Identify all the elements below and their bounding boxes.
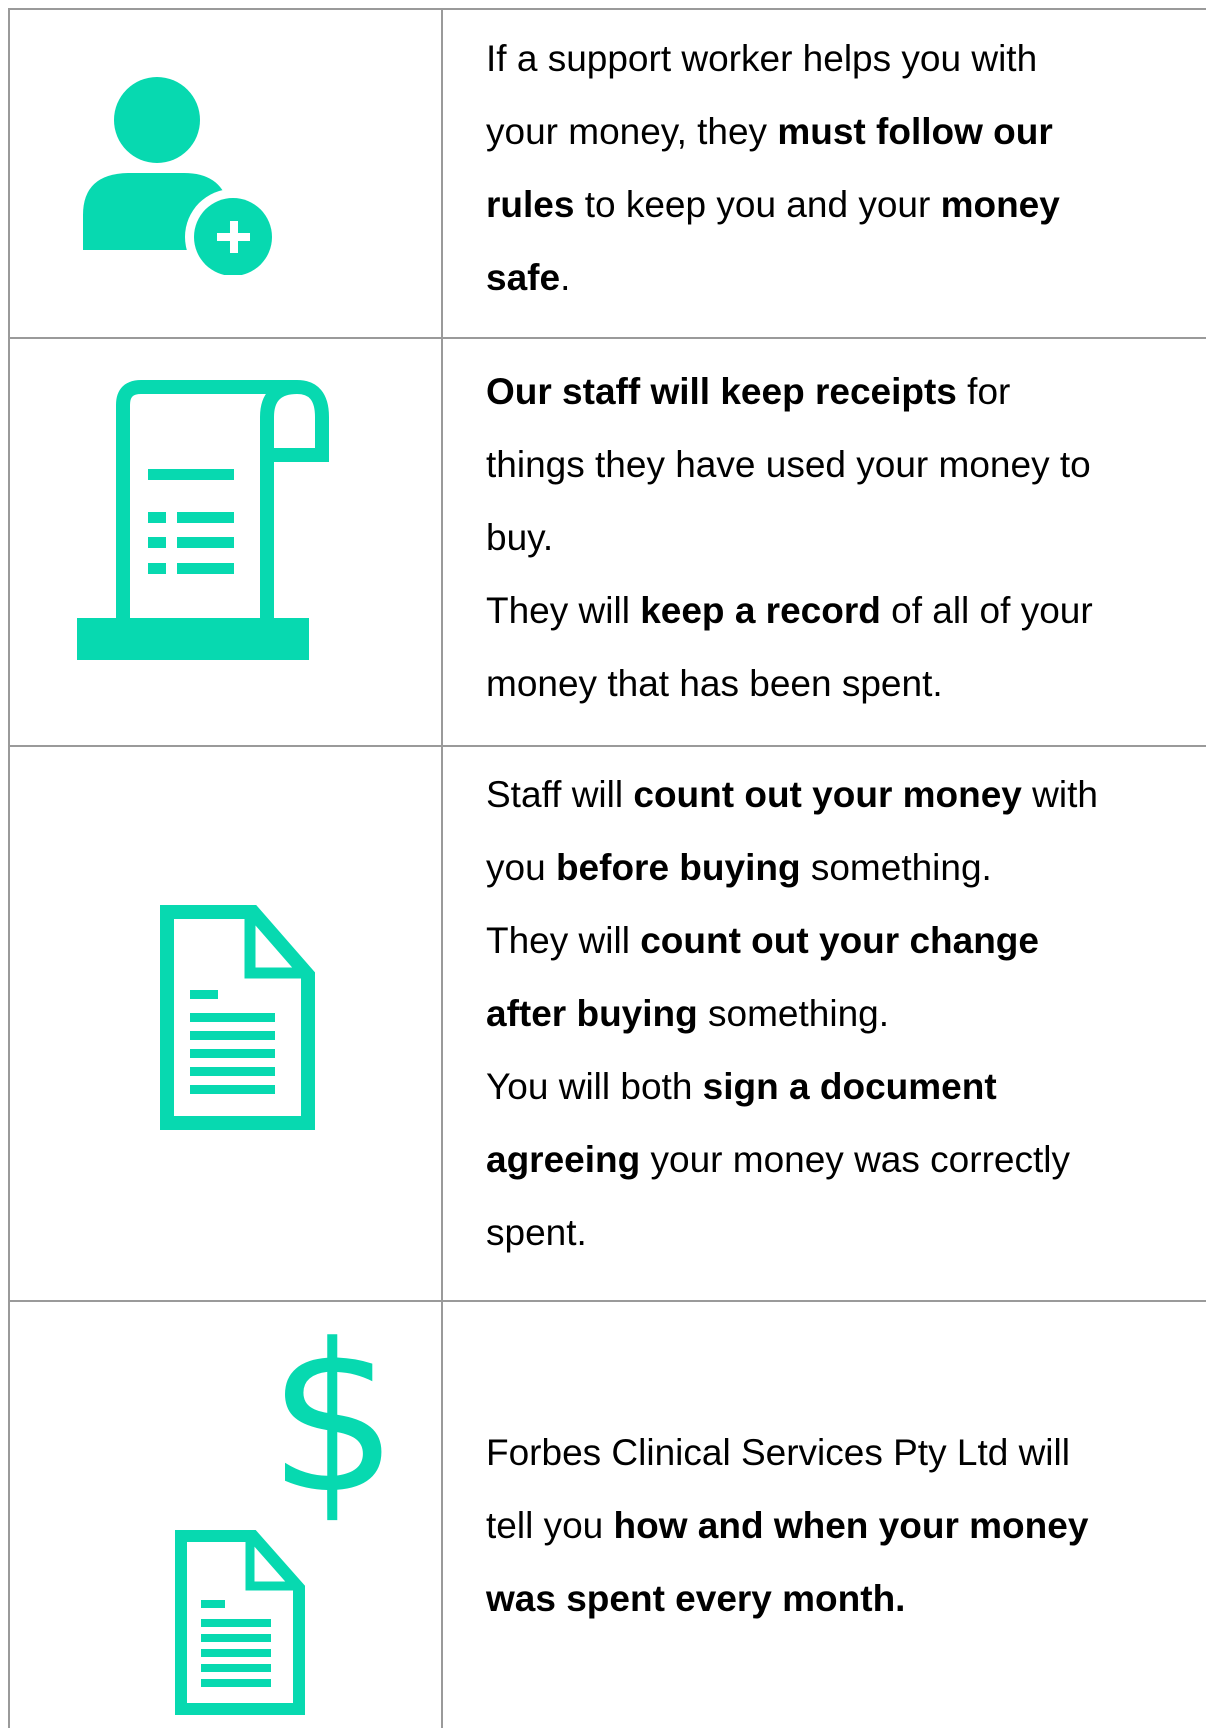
text: something. (697, 993, 890, 1034)
text-line: buy. (486, 501, 1198, 574)
table-border-top (8, 8, 1206, 10)
text-line: agreeing your money was correctly (486, 1123, 1198, 1196)
text-line: Forbes Clinical Services Pty Ltd will (486, 1416, 1198, 1489)
row-divider-3 (8, 1300, 1206, 1302)
text: tell you (486, 1505, 614, 1546)
text: They will (486, 590, 641, 631)
text-line: tell you how and when your money (486, 1489, 1198, 1562)
bold-text: money (940, 184, 1060, 225)
row-4-text: Forbes Clinical Services Pty Ltd will tel… (486, 1416, 1198, 1635)
dollar-document-icon (175, 1530, 305, 1715)
text: money that has been spent. (486, 663, 943, 704)
row-3-text: Staff will count out your money with you … (486, 758, 1198, 1269)
receipt-icon (77, 380, 329, 660)
text: your money was correctly (640, 1139, 1070, 1180)
text: Forbes Clinical Services Pty Ltd will (486, 1432, 1070, 1473)
text: something. (800, 847, 992, 888)
text: If a support worker helps you with (486, 38, 1038, 79)
text-line: after buying something. (486, 977, 1198, 1050)
text: with (1021, 774, 1098, 815)
column-divider (441, 8, 443, 1728)
text-line: They will keep a record of all of your (486, 574, 1198, 647)
table-border-left (8, 8, 10, 1728)
text-line: Our staff will keep receipts for (486, 355, 1198, 428)
text: to keep you and your (574, 184, 941, 225)
bold-text: rules (486, 184, 575, 225)
text-line: You will both sign a document (486, 1050, 1198, 1123)
text-line: They will count out your change (486, 904, 1198, 977)
text: you (486, 847, 556, 888)
text: You will both (486, 1066, 703, 1107)
text-line: rules to keep you and your money (486, 168, 1198, 241)
bold-text: safe (486, 257, 561, 298)
bold-text: sign a document (702, 1066, 997, 1107)
bold-text: was spent every month. (486, 1578, 906, 1619)
row-divider-2 (8, 745, 1206, 747)
text: Staff will (486, 774, 634, 815)
bold-text: after buying (486, 993, 698, 1034)
text: spent. (486, 1212, 587, 1253)
row-divider-1 (8, 337, 1206, 339)
bold-text: count out your money (633, 774, 1022, 815)
text-line: safe. (486, 241, 1198, 314)
bold-text: Our staff will keep receipts (486, 371, 957, 412)
bold-text: count out your change (640, 920, 1039, 961)
text-line: If a support worker helps you with (486, 22, 1198, 95)
text: . (560, 257, 571, 298)
bold-text: how and when your money (613, 1505, 1089, 1546)
text: things they have used your money to (486, 444, 1091, 485)
row-1-text: If a support worker helps you with your m… (486, 22, 1198, 314)
text-line: was spent every month. (486, 1562, 1198, 1635)
text-line: you before buying something. (486, 831, 1198, 904)
text-line: Staff will count out your money with (486, 758, 1198, 831)
text: your money, they (486, 111, 778, 152)
row-2-text: Our staff will keep receipts for things t… (486, 355, 1198, 720)
bold-text: before buying (555, 847, 801, 888)
dollar-sign-icon: $ (268, 1301, 399, 1539)
text-line: money that has been spent. (486, 647, 1198, 720)
text: They will (486, 920, 641, 961)
bold-text: keep a record (640, 590, 881, 631)
text: of all of your (880, 590, 1093, 631)
document-icon (160, 905, 315, 1130)
text-line: things they have used your money to (486, 428, 1198, 501)
add-user-icon (83, 77, 281, 275)
text-line: spent. (486, 1196, 1198, 1269)
text-line: your money, they must follow our (486, 95, 1198, 168)
text: buy. (486, 517, 554, 558)
text: for (956, 371, 1011, 412)
bold-text: agreeing (486, 1139, 641, 1180)
bold-text: must follow our (777, 111, 1053, 152)
